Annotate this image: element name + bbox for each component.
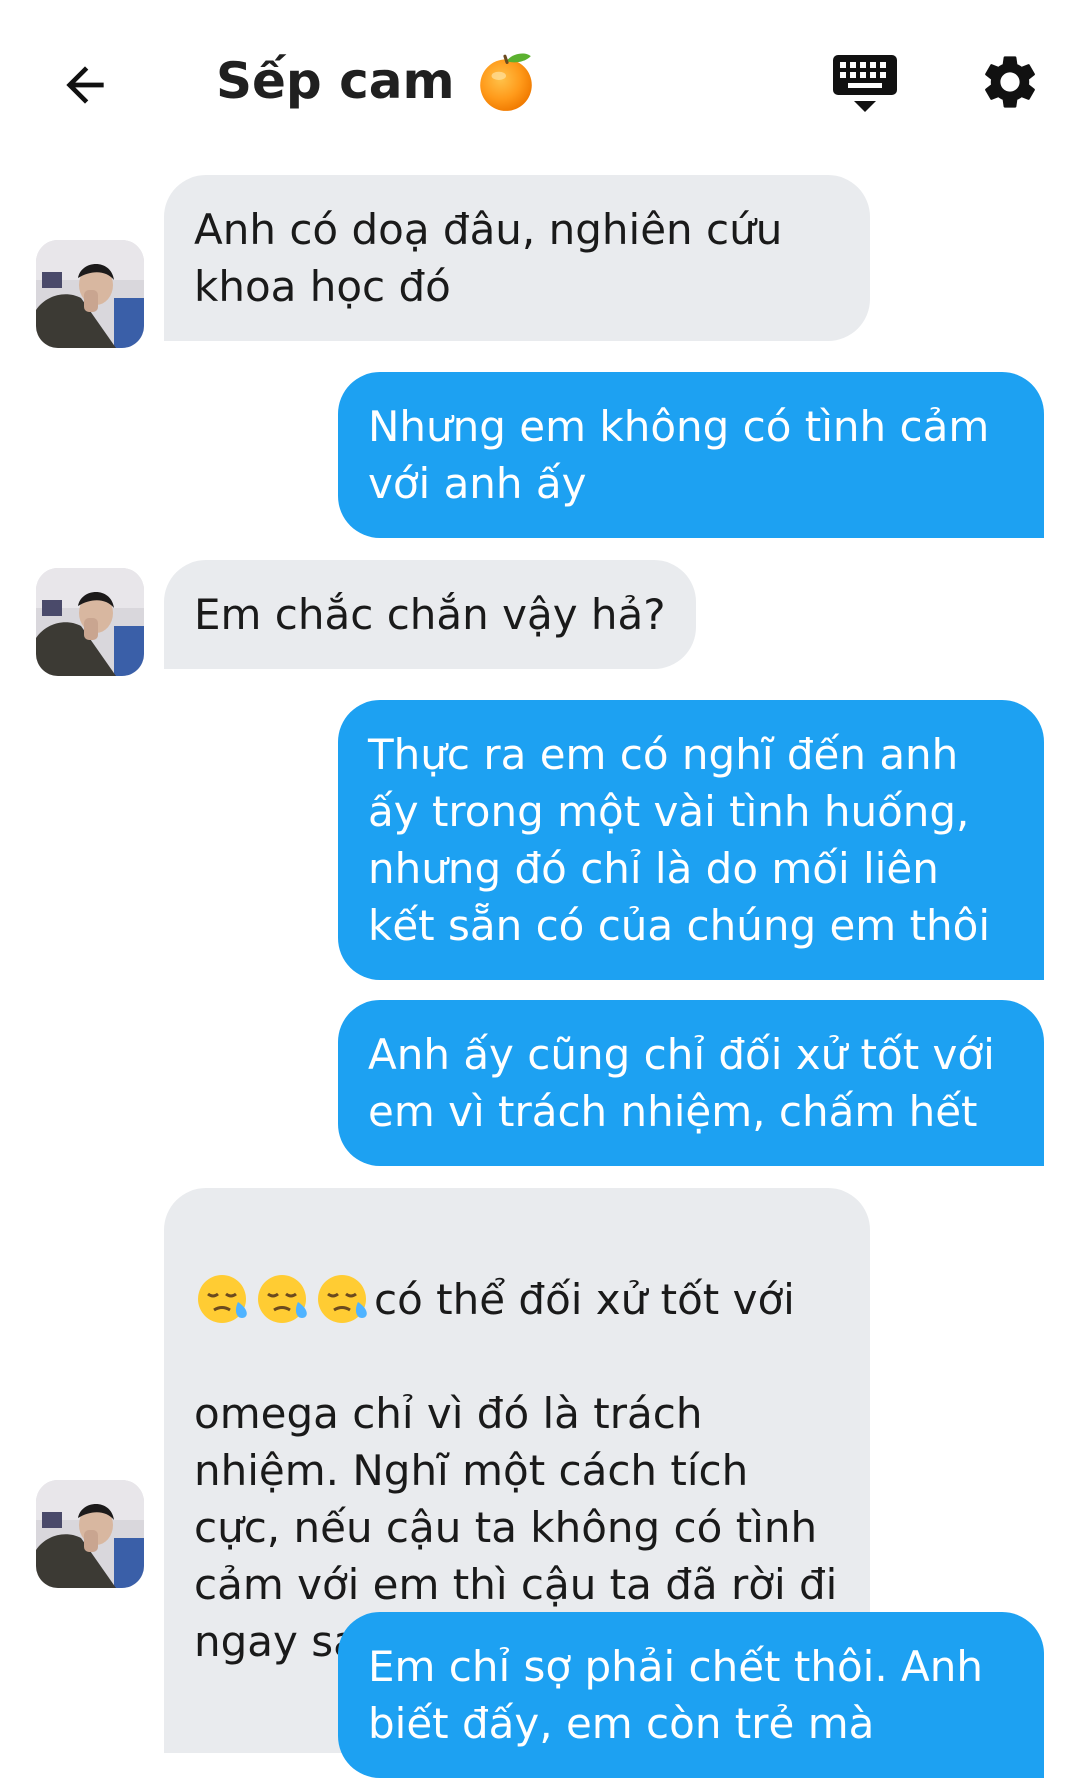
outgoing-message[interactable]: Em chỉ sợ phải chết thôi. Anh biết đấy, … <box>338 1612 1044 1778</box>
avatar-photo <box>36 240 144 348</box>
outgoing-message[interactable]: Anh ấy cũng chỉ đối xử tốt với em vì trá… <box>338 1000 1044 1166</box>
keyboard-icon <box>833 55 897 112</box>
conversation-title[interactable]: Sếp cam <box>216 46 539 116</box>
avatar-photo <box>36 568 144 676</box>
message-first-line: có thể đối xử tốt với <box>194 1271 840 1328</box>
back-button[interactable] <box>52 52 118 118</box>
orange-icon <box>479 53 532 111</box>
arrow-left-icon <box>66 66 104 104</box>
sad-relieved-face-icon <box>318 1275 367 1323</box>
sad-relieved-face-icon <box>198 1275 247 1323</box>
contact-avatar[interactable] <box>36 240 144 348</box>
contact-name: Sếp cam <box>216 52 455 110</box>
chat-header: Sếp cam <box>0 0 1080 165</box>
message-text-first-line: có thể đối xử tốt với <box>374 1275 795 1324</box>
incoming-message[interactable]: Anh có doạ đâu, nghiên cứu khoa học đó <box>164 175 870 341</box>
gear-icon <box>985 56 1035 108</box>
contact-avatar[interactable] <box>36 1480 144 1588</box>
settings-button[interactable] <box>978 50 1042 114</box>
outgoing-message[interactable]: Nhưng em không có tình cảm với anh ấy <box>338 372 1044 538</box>
sad-relieved-face-icon <box>258 1275 307 1323</box>
avatar-photo <box>36 1480 144 1588</box>
keyboard-button[interactable] <box>830 52 900 118</box>
outgoing-message[interactable]: Thực ra em có nghĩ đến anh ấy trong một … <box>338 700 1044 980</box>
incoming-message[interactable]: Em chắc chắn vậy hả? <box>164 560 696 669</box>
contact-avatar[interactable] <box>36 568 144 676</box>
